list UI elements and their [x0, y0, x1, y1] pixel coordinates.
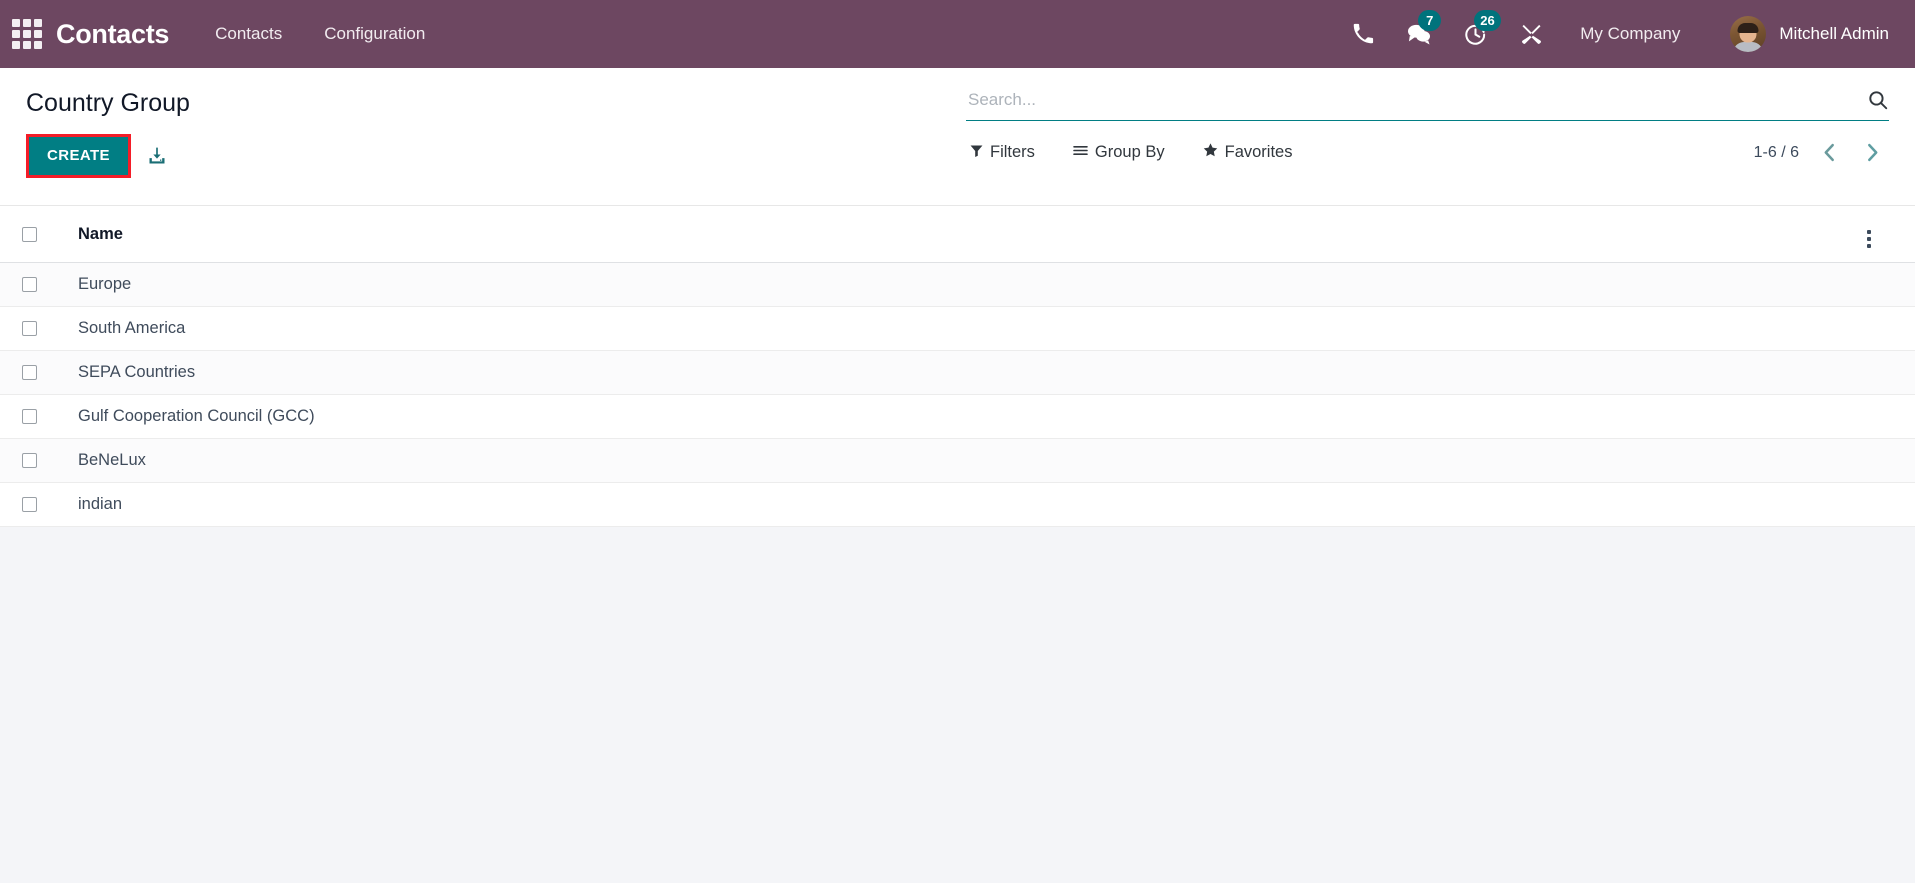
list-view: Name Europe South America SEPA Countries	[0, 206, 1915, 527]
activities-badge: 26	[1474, 10, 1501, 31]
table-row[interactable]: South America	[0, 306, 1915, 351]
row-name-cell: Gulf Cooperation Council (GCC)	[50, 394, 1867, 439]
messages-icon[interactable]: 7	[1406, 10, 1442, 47]
pager: 1-6 / 6	[1754, 141, 1889, 164]
chevron-left-icon[interactable]	[1817, 141, 1842, 164]
row-checkbox[interactable]	[22, 497, 37, 513]
top-navbar: Contacts Contacts Configuration 7 26 My …	[0, 0, 1915, 68]
search-bar	[966, 88, 1889, 121]
favorites-button[interactable]: Favorites	[1203, 143, 1293, 162]
row-checkbox-cell	[0, 350, 50, 395]
row-options-cell	[1867, 350, 1915, 395]
empty-area	[0, 527, 1915, 857]
country-group-table: Name Europe South America SEPA Countries	[0, 206, 1915, 527]
select-all-checkbox[interactable]	[22, 226, 37, 242]
navbar-menu-configuration[interactable]: Configuration	[324, 24, 425, 44]
group-by-label: Group By	[1094, 143, 1165, 161]
optional-columns-header	[1867, 206, 1915, 263]
star-icon	[1203, 143, 1218, 162]
table-row[interactable]: Europe	[0, 262, 1915, 307]
row-checkbox-cell	[0, 306, 50, 351]
filters-label: Filters	[990, 143, 1035, 161]
row-checkbox-cell	[0, 438, 50, 483]
pager-range: 1-6 / 6	[1753, 143, 1799, 161]
row-options-cell	[1867, 394, 1915, 439]
company-switcher[interactable]: My Company	[1580, 24, 1680, 44]
table-header: Name	[0, 206, 1915, 263]
hamburger-lines-icon	[1073, 143, 1088, 162]
row-checkbox-cell	[0, 482, 50, 527]
table-row[interactable]: SEPA Countries	[0, 350, 1915, 395]
row-options-cell	[1867, 306, 1915, 351]
search-facets: Filters Group By Favorites 1-6 / 6	[966, 141, 1889, 164]
table-header-row: Name	[0, 206, 1915, 263]
table-body: Europe South America SEPA Countries Gulf…	[0, 262, 1915, 527]
filters-button[interactable]: Filters	[970, 143, 1035, 162]
table-row[interactable]: Gulf Cooperation Council (GCC)	[0, 394, 1915, 439]
chevron-right-icon[interactable]	[1860, 141, 1885, 164]
vertical-dots-icon[interactable]	[1867, 230, 1871, 248]
page-title: Country Group	[26, 89, 190, 117]
column-header-name[interactable]: Name	[50, 206, 1867, 263]
row-checkbox-cell	[0, 262, 50, 307]
apps-grid-icon[interactable]	[10, 17, 44, 51]
control-panel-left: Country Group CREATE	[26, 68, 966, 178]
row-checkbox-cell	[0, 394, 50, 439]
user-menu[interactable]: Mitchell Admin	[1730, 16, 1889, 52]
row-options-cell	[1867, 262, 1915, 307]
table-row[interactable]: BeNeLux	[0, 438, 1915, 483]
control-panel: Country Group CREATE Search... Filters G…	[0, 68, 1915, 206]
row-name-cell: indian	[50, 482, 1867, 527]
create-button-highlight: CREATE	[26, 134, 131, 178]
search-input[interactable]	[966, 88, 1857, 112]
action-buttons: CREATE	[26, 134, 966, 178]
row-name-cell: BeNeLux	[50, 438, 1867, 483]
row-checkbox[interactable]	[22, 321, 37, 337]
messages-badge: 7	[1418, 10, 1442, 31]
systray: 7 26	[1350, 10, 1544, 47]
row-name-cell: SEPA Countries	[50, 350, 1867, 395]
row-options-cell	[1867, 438, 1915, 483]
row-checkbox[interactable]	[22, 365, 37, 381]
select-all-header	[0, 206, 50, 263]
row-name-cell: South America	[50, 306, 1867, 351]
table-row[interactable]: indian	[0, 482, 1915, 527]
import-download-icon[interactable]	[141, 142, 173, 170]
app-brand-contacts[interactable]: Contacts	[56, 19, 169, 50]
activities-icon[interactable]: 26	[1462, 10, 1501, 47]
row-checkbox[interactable]	[22, 409, 37, 425]
row-name-cell: Europe	[50, 262, 1867, 307]
group-by-button[interactable]: Group By	[1073, 143, 1165, 162]
search-icon[interactable]	[1857, 89, 1889, 111]
phone-icon[interactable]	[1350, 21, 1376, 47]
favorites-label: Favorites	[1224, 143, 1293, 161]
tools-icon[interactable]	[1518, 21, 1544, 47]
row-options-cell	[1867, 482, 1915, 527]
navbar-menu-contacts[interactable]: Contacts	[215, 24, 282, 44]
username-label: Mitchell Admin	[1779, 24, 1889, 43]
avatar[interactable]	[1730, 16, 1767, 52]
row-checkbox[interactable]	[22, 453, 37, 469]
filter-funnel-icon	[970, 143, 983, 162]
create-button[interactable]: CREATE	[29, 137, 128, 175]
row-checkbox[interactable]	[22, 277, 37, 293]
control-panel-right: Filters Group By	[966, 68, 1889, 164]
